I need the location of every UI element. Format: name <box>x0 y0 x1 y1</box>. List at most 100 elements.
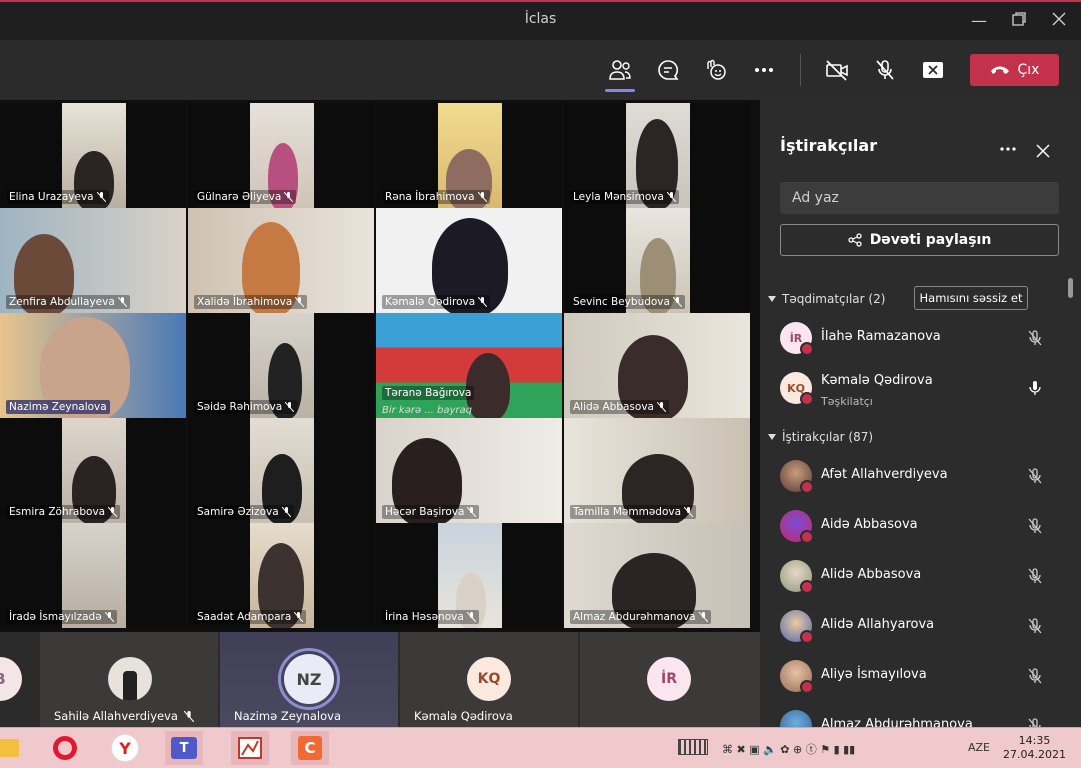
share-stop-icon <box>923 62 943 78</box>
participant-row[interactable]: Alidə Allahyarova <box>760 601 1081 651</box>
language-indicator[interactable]: AZE <box>968 741 990 754</box>
strip-tile[interactable]: İR <box>580 632 760 727</box>
video-grid: Elina Urazayeva Gülnarə Əliyeva Rəna İbr… <box>0 100 760 632</box>
video-tile[interactable]: Nazimə Zeynalova <box>0 313 186 418</box>
participant-row[interactable]: İR İlahə Ramazanova <box>760 313 1081 363</box>
mic-off-icon <box>108 507 118 517</box>
mic-toggle-button[interactable] <box>869 54 901 86</box>
participant-label: İradə İsmayılzadə <box>6 610 117 624</box>
video-tile[interactable]: Esmira Zöhrabova <box>0 418 186 523</box>
participant-row[interactable]: Alidə Abbasova <box>760 551 1081 601</box>
mic-off-icon <box>477 192 487 202</box>
mic-off-icon <box>684 507 694 517</box>
mic-off-icon <box>467 507 477 517</box>
tray-icons[interactable]: ⌘ ✖ ▣ 🔈 ✿ ⊕ ⓣ ⚑ ▮ ▮▮ <box>722 741 855 757</box>
video-tile[interactable]: İrina Həsənova <box>376 523 562 628</box>
more-actions-button[interactable] <box>748 54 780 86</box>
strip-tile[interactable]: NZ Nazimə Zeynalova <box>220 632 398 727</box>
participant-label: Sevinc Beybudova <box>570 295 685 309</box>
video-tile[interactable]: Sevinc Beybudova <box>564 208 750 313</box>
video-tile[interactable]: Samirə Əzizova <box>188 418 374 523</box>
mic-off-icon <box>1028 718 1041 727</box>
participant-row[interactable]: KQ Kəmalə Qədirova Təşkilatçı <box>760 363 1081 413</box>
close-window-button[interactable] <box>1046 8 1072 34</box>
avatar: NZ <box>284 654 334 704</box>
search-input[interactable] <box>780 182 1059 214</box>
opera-icon[interactable] <box>46 731 84 765</box>
participant-label: Samirə Əzizova <box>194 505 294 519</box>
mic-off-icon <box>1028 668 1042 684</box>
panel-more-button[interactable] <box>1000 136 1016 155</box>
attendees-section-toggle[interactable]: İştirakçılar (87) <box>768 430 873 444</box>
presenters-section-toggle[interactable]: Təqdimatçılar (2) <box>768 292 885 306</box>
reactions-button[interactable] <box>700 54 732 86</box>
chart-app-icon[interactable] <box>231 731 269 765</box>
avatar <box>780 510 814 544</box>
strip-tile[interactable]: Sahilə Allahverdiyeva <box>40 632 218 727</box>
mic-off-icon <box>1028 468 1042 484</box>
taskbar: Y T C ⌘ ✖ ▣ 🔈 ✿ ⊕ ⓣ ⚑ ▮ ▮▮ AZE 14:35 27.… <box>0 727 1081 768</box>
c-app-icon[interactable]: C <box>291 731 329 765</box>
caret-down-icon <box>768 296 776 302</box>
video-tile[interactable]: Saadət Adampara <box>188 523 374 628</box>
maximize-button[interactable] <box>1006 8 1032 34</box>
video-tile[interactable]: Kəmalə Qədirova <box>376 208 562 313</box>
participant-name: Kəmalə Qədirova <box>821 373 933 388</box>
participant-row[interactable]: Aliyə İsmayılova <box>760 651 1081 701</box>
clock[interactable]: 14:35 27.04.2021 <box>1003 734 1066 762</box>
panel-close-button[interactable] <box>1036 143 1050 162</box>
mic-icon <box>1029 381 1041 395</box>
video-tile[interactable]: Elina Urazayeva <box>0 103 186 208</box>
share-invite-button[interactable]: Dəvəti paylaşın <box>780 224 1059 256</box>
mic-off-icon <box>183 710 194 722</box>
strip-label: Kəmalə Qədirova <box>414 709 513 723</box>
mic-off-icon <box>1028 618 1042 634</box>
status-dot <box>800 480 814 494</box>
participant-row[interactable]: Aidə Abbasova <box>760 501 1081 551</box>
chat-button[interactable] <box>652 54 684 86</box>
video-tile[interactable]: Təranə Bağırova Bir kərə ... bayraq <box>376 313 562 418</box>
video-tile[interactable]: Zenfira Abdullayeva <box>0 208 186 313</box>
video-tile[interactable]: Rəna İbrahimova <box>376 103 562 208</box>
participant-row[interactable]: Afət Allahverdiyeva <box>760 451 1081 501</box>
mute-all-button[interactable]: Hamısını səssiz et <box>914 286 1028 310</box>
strip-tile[interactable]: KQ Kəmalə Qədirova <box>400 632 578 727</box>
keyboard-icon[interactable] <box>678 739 708 755</box>
video-tile[interactable]: Gülnarə Əliyeva <box>188 103 374 208</box>
participant-label: Kəmalə Qədirova <box>382 295 491 309</box>
avatar: B <box>0 657 22 701</box>
video-tile[interactable]: Tamilla Məmmədova <box>564 418 750 523</box>
status-dot <box>800 392 814 406</box>
camera-toggle-button[interactable] <box>821 54 853 86</box>
panel-scrollbar[interactable] <box>1068 278 1073 298</box>
flag-caption: Bir kərə ... bayraq <box>382 405 473 416</box>
teams-icon[interactable]: T <box>165 731 203 765</box>
more-icon <box>1000 147 1016 151</box>
yandex-icon[interactable]: Y <box>106 731 144 765</box>
strip-tile[interactable]: B <box>0 632 38 727</box>
video-tile[interactable]: Alidə Abbasova <box>564 313 750 418</box>
mic-off-icon <box>672 297 682 307</box>
participant-row[interactable]: Almaz Abdurəhmanova <box>760 701 1081 727</box>
video-tile[interactable]: Səidə Rəhimova <box>188 313 374 418</box>
minimize-button[interactable]: — <box>966 8 992 34</box>
video-tile[interactable]: Almaz Abdurəhmanova <box>564 523 750 628</box>
mic-off-icon <box>656 402 666 412</box>
participant-name: Afət Allahverdiyeva <box>821 467 948 482</box>
stop-sharing-button[interactable] <box>917 54 949 86</box>
participants-button[interactable] <box>604 54 636 92</box>
more-icon <box>755 68 773 72</box>
video-tile[interactable]: Leyla Mənsimova <box>564 103 750 208</box>
video-tile[interactable]: Həcər Başirova <box>376 418 562 523</box>
avatar: İR <box>780 322 814 356</box>
participant-label: Almaz Abdurəhmanova <box>570 610 711 624</box>
participant-label: Esmira Zöhrabova <box>6 505 121 519</box>
mic-off-icon <box>466 612 476 622</box>
file-explorer-icon[interactable] <box>0 731 28 765</box>
participant-label: Nazimə Zeynalova <box>6 400 110 414</box>
video-tile[interactable]: Xalidə İbrahimova <box>188 208 374 313</box>
toolbar-separator <box>800 54 801 86</box>
leave-meeting-button[interactable]: Çıx <box>970 54 1059 86</box>
status-dot <box>800 580 814 594</box>
video-tile[interactable]: İradə İsmayılzadə <box>0 523 186 628</box>
